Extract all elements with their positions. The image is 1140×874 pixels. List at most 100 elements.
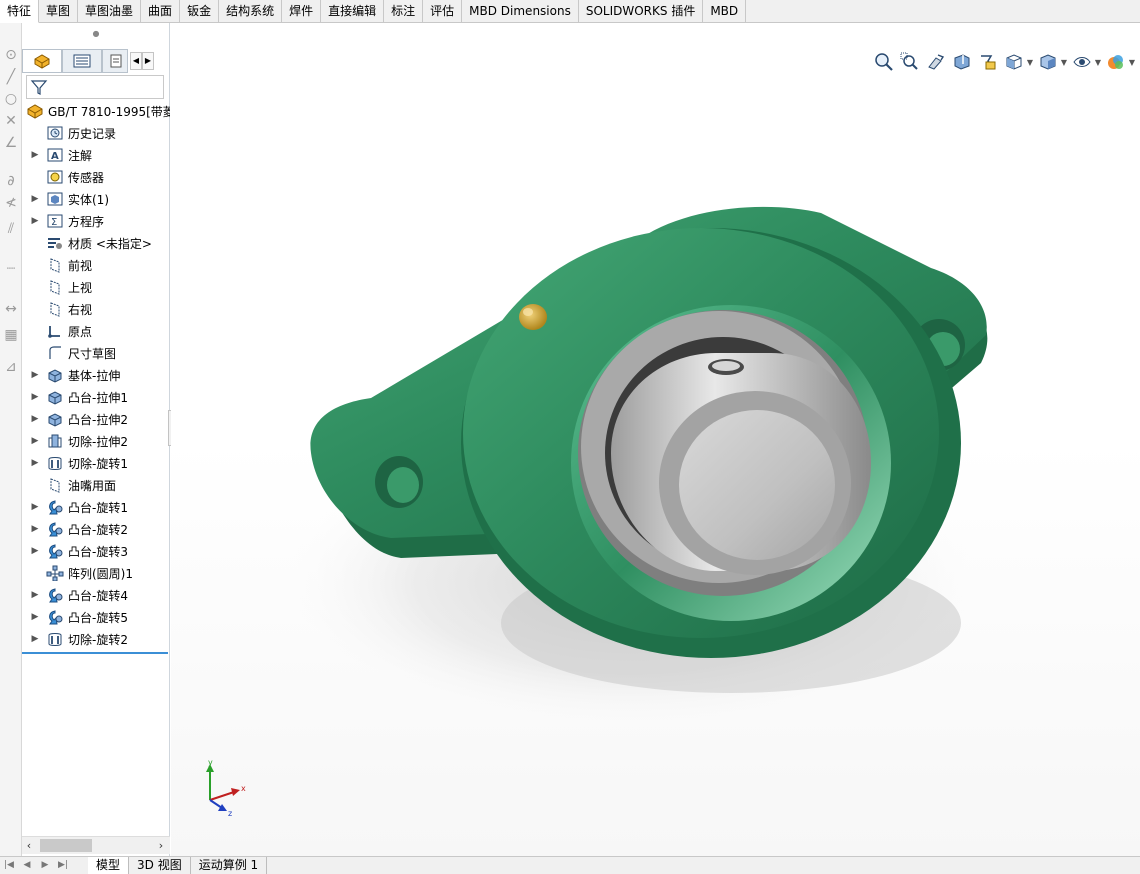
tree-item[interactable]: ▶ 凸台-旋转3	[22, 540, 170, 562]
tree-item[interactable]: 传感器	[22, 166, 170, 188]
trim-icon[interactable]: ✕	[1, 111, 21, 131]
bottom-tab-2[interactable]: 运动算例 1	[191, 857, 268, 874]
tree-item[interactable]: ▶ 凸台-旋转5	[22, 606, 170, 628]
tree-item[interactable]: 材质 <未指定>	[22, 232, 170, 254]
construction-icon[interactable]: ┈	[1, 259, 21, 279]
zoom-to-area-icon[interactable]	[898, 50, 922, 74]
expand-arrow-icon[interactable]: ▶	[30, 524, 40, 534]
expand-arrow-icon[interactable]: ▶	[30, 458, 40, 468]
angle-icon[interactable]: ∠	[1, 133, 21, 153]
edit-appearance-dropdown-icon[interactable]: ▼	[1128, 58, 1136, 67]
tree-item[interactable]: ▶ 凸台-拉伸1	[22, 386, 170, 408]
measure-icon[interactable]: ⊿	[1, 357, 21, 377]
tree-horizontal-scrollbar[interactable]: ‹ ›	[22, 836, 170, 854]
display-style-icon[interactable]	[1036, 50, 1060, 74]
view-orientation-dropdown-icon[interactable]: ▼	[1026, 58, 1034, 67]
tree-item[interactable]: 尺寸草图	[22, 342, 170, 364]
tree-item[interactable]: 右视	[22, 298, 170, 320]
tree-item[interactable]: ▶ 基体-拉伸	[22, 364, 170, 386]
expand-arrow-icon[interactable]: ▶	[30, 612, 40, 622]
tree-item[interactable]: 阵列(圆周)1	[22, 562, 170, 584]
tree-item[interactable]: ▶ 切除-旋转1	[22, 452, 170, 474]
tab-10[interactable]: MBD Dimensions	[462, 0, 579, 23]
line-icon[interactable]: ╱	[1, 67, 21, 87]
tab-2[interactable]: 草图油墨	[78, 0, 142, 23]
graphics-area[interactable]: ▼ ▼ ▼ ▼ y x z	[171, 23, 1140, 856]
expand-arrow-icon[interactable]: ▶	[30, 216, 40, 226]
tree-item[interactable]: ▶ Σ 方程序	[22, 210, 170, 232]
expand-arrow-icon[interactable]: ▶	[30, 546, 40, 556]
tree-item[interactable]: 前视	[22, 254, 170, 276]
tree-item[interactable]: 油嘴用面	[22, 474, 170, 496]
tree-item[interactable]: ▶ 实体(1)	[22, 188, 170, 210]
previous-tab-icon[interactable]: ◀	[18, 857, 36, 874]
hide-show-items-icon[interactable]	[1070, 50, 1094, 74]
tree-item[interactable]: 原点	[22, 320, 170, 342]
tab-11[interactable]: SOLIDWORKS 插件	[579, 0, 704, 23]
tab-7[interactable]: 直接编辑	[321, 0, 385, 23]
expand-arrow-icon[interactable]: ▶	[30, 150, 40, 160]
arc-icon[interactable]: ∂	[1, 171, 21, 191]
expand-arrow-icon[interactable]: ▶	[30, 194, 40, 204]
display-style-dropdown-icon[interactable]: ▼	[1060, 58, 1068, 67]
tab-8[interactable]: 标注	[384, 0, 424, 23]
last-tab-icon[interactable]: ▶|	[54, 857, 72, 874]
tree-filter-box[interactable]	[26, 75, 164, 99]
tree-item[interactable]: 历史记录	[22, 122, 170, 144]
tree-item[interactable]: 上视	[22, 276, 170, 298]
tree-item[interactable]: ▶ 凸台-旋转4	[22, 584, 170, 606]
zoom-to-fit-icon[interactable]	[872, 50, 896, 74]
next-tab-icon[interactable]: ▶	[36, 857, 54, 874]
dynamic-annotation-icon[interactable]	[976, 50, 1000, 74]
previous-view-icon[interactable]	[924, 50, 948, 74]
tree-root-part[interactable]: GB/T 7810-1995[带菱	[22, 100, 170, 122]
view-orientation-icon[interactable]	[1002, 50, 1026, 74]
bottom-tab-1[interactable]: 3D 视图	[129, 857, 191, 874]
tree-item[interactable]: ▶ 切除-拉伸2	[22, 430, 170, 452]
expand-arrow-icon[interactable]: ▶	[30, 502, 40, 512]
circle-icon[interactable]: ○	[1, 89, 21, 109]
tab-scroll-right-icon[interactable]: ▶	[142, 52, 154, 70]
panel-grip[interactable]: ●	[22, 29, 170, 39]
tab-1[interactable]: 草图	[39, 0, 79, 23]
scroll-left-icon[interactable]: ‹	[22, 837, 36, 854]
scroll-right-icon[interactable]: ›	[154, 837, 168, 854]
expand-arrow-icon[interactable]: ▶	[30, 634, 40, 644]
expand-arrow-icon[interactable]: ▶	[30, 370, 40, 380]
first-tab-icon[interactable]: |◀	[0, 857, 18, 874]
bottom-tab-0[interactable]: 模型	[88, 857, 130, 874]
offset-icon[interactable]: ⫽	[1, 219, 21, 239]
hide-show-dropdown-icon[interactable]: ▼	[1094, 58, 1102, 67]
bearing-model[interactable]	[171, 23, 1140, 856]
tree-item[interactable]: ▶ A 注解	[22, 144, 170, 166]
relation-icon[interactable]: ≮	[1, 193, 21, 213]
tree-item[interactable]: ▶ 凸台-旋转1	[22, 496, 170, 518]
configuration-manager-tab[interactable]	[102, 49, 128, 73]
section-view-icon[interactable]	[950, 50, 974, 74]
expand-arrow-icon[interactable]: ▶	[30, 392, 40, 402]
feature-manager-tab[interactable]	[22, 49, 62, 73]
tab-scroll-left-icon[interactable]: ◀	[130, 52, 142, 70]
expand-arrow-icon[interactable]: ▶	[30, 590, 40, 600]
tab-3[interactable]: 曲面	[141, 0, 181, 23]
grid-icon[interactable]: ▦	[1, 325, 21, 345]
tree-item[interactable]: ▶ 切除-旋转2	[22, 628, 170, 650]
edit-appearance-icon[interactable]	[1104, 50, 1128, 74]
tab-5[interactable]: 结构系统	[219, 0, 283, 23]
tab-4[interactable]: 钣金	[180, 0, 220, 23]
tree-item-label: 凸台-旋转4	[68, 588, 128, 603]
tab-6[interactable]: 焊件	[282, 0, 322, 23]
tab-12[interactable]: MBD	[703, 0, 747, 23]
property-manager-tab[interactable]	[62, 49, 102, 73]
expand-arrow-icon[interactable]: ▶	[30, 436, 40, 446]
scroll-thumb[interactable]	[40, 839, 92, 852]
expand-arrow-icon[interactable]: ▶	[30, 414, 40, 424]
tab-9[interactable]: 评估	[423, 0, 463, 23]
tree-item[interactable]: ▶ 凸台-旋转2	[22, 518, 170, 540]
tree-item[interactable]: ▶ 凸台-拉伸2	[22, 408, 170, 430]
left-bolt-hole-inner	[387, 467, 419, 503]
dimension-icon[interactable]: ↔	[1, 299, 21, 319]
tab-0[interactable]: 特征	[0, 0, 40, 23]
rollback-bar[interactable]	[22, 652, 168, 654]
point-icon[interactable]: ⊙	[1, 45, 21, 65]
